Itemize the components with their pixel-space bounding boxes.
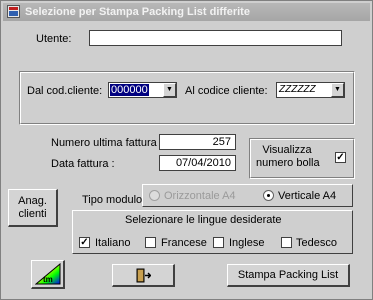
logo-text: tm <box>43 275 53 284</box>
tedesco-checkbox[interactable] <box>281 237 292 248</box>
data-fattura-value: 07/04/2010 <box>175 157 231 169</box>
al-cliente-label: Al codice cliente: <box>185 85 268 97</box>
italiano-label: Italiano <box>95 237 131 249</box>
exit-door-icon <box>136 268 151 282</box>
visualizza-label: Visualizza numero bolla <box>256 144 320 169</box>
numero-fattura-input[interactable]: 257 <box>159 134 236 150</box>
brand-logo-icon: tm <box>34 263 60 285</box>
tedesco-label: Tedesco <box>296 237 337 249</box>
exit-button[interactable] <box>112 264 175 287</box>
title-bar[interactable]: Selezione per Stampa Packing List differ… <box>3 3 370 21</box>
app-icon <box>7 5 20 18</box>
chevron-down-icon[interactable]: ▼ <box>331 83 344 97</box>
numero-fattura-label: Numero ultima fattura : <box>51 137 163 149</box>
dal-cliente-value: 000000 <box>110 84 149 96</box>
francese-label: Francese <box>161 237 207 249</box>
verticale-radio[interactable] <box>263 190 274 201</box>
tipo-modulo-label: Tipo modulo <box>82 194 143 206</box>
stampa-packing-list-button[interactable]: Stampa Packing List <box>227 264 350 287</box>
visualizza-checkbox[interactable]: ✓ <box>335 152 346 163</box>
utente-label: Utente: <box>36 33 72 45</box>
italiano-checkbox[interactable]: ✓ <box>79 237 90 248</box>
inglese-checkbox[interactable] <box>213 237 224 248</box>
utente-input[interactable] <box>89 30 342 46</box>
anag-clienti-button[interactable]: Anag. clienti <box>8 189 58 227</box>
al-cliente-value: ZZZZZZ <box>279 84 316 95</box>
cliente-range-group <box>19 71 355 125</box>
window-title: Selezione per Stampa Packing List differ… <box>25 6 250 18</box>
dal-cliente-label: Dal cod.cliente: <box>27 85 103 97</box>
al-cliente-select[interactable]: ZZZZZZ ▼ <box>276 82 345 98</box>
orizzontale-radio[interactable] <box>149 190 160 201</box>
lingue-title: Selezionare le lingue desiderate <box>125 214 282 226</box>
inglese-label: Inglese <box>229 237 265 249</box>
orizzontale-label: Orizzontale A4 <box>164 190 236 202</box>
numero-fattura-value: 257 <box>212 136 231 148</box>
verticale-label: Verticale A4 <box>278 190 337 202</box>
dal-cliente-select[interactable]: 000000 ▼ <box>108 82 177 98</box>
chevron-down-icon[interactable]: ▼ <box>163 83 176 97</box>
dialog-window: Selezione per Stampa Packing List differ… <box>0 0 373 300</box>
logo-button[interactable]: tm <box>31 260 65 289</box>
data-fattura-input[interactable]: 07/04/2010 <box>159 155 236 171</box>
data-fattura-label: Data fattura : <box>51 158 115 170</box>
francese-checkbox[interactable] <box>145 237 156 248</box>
